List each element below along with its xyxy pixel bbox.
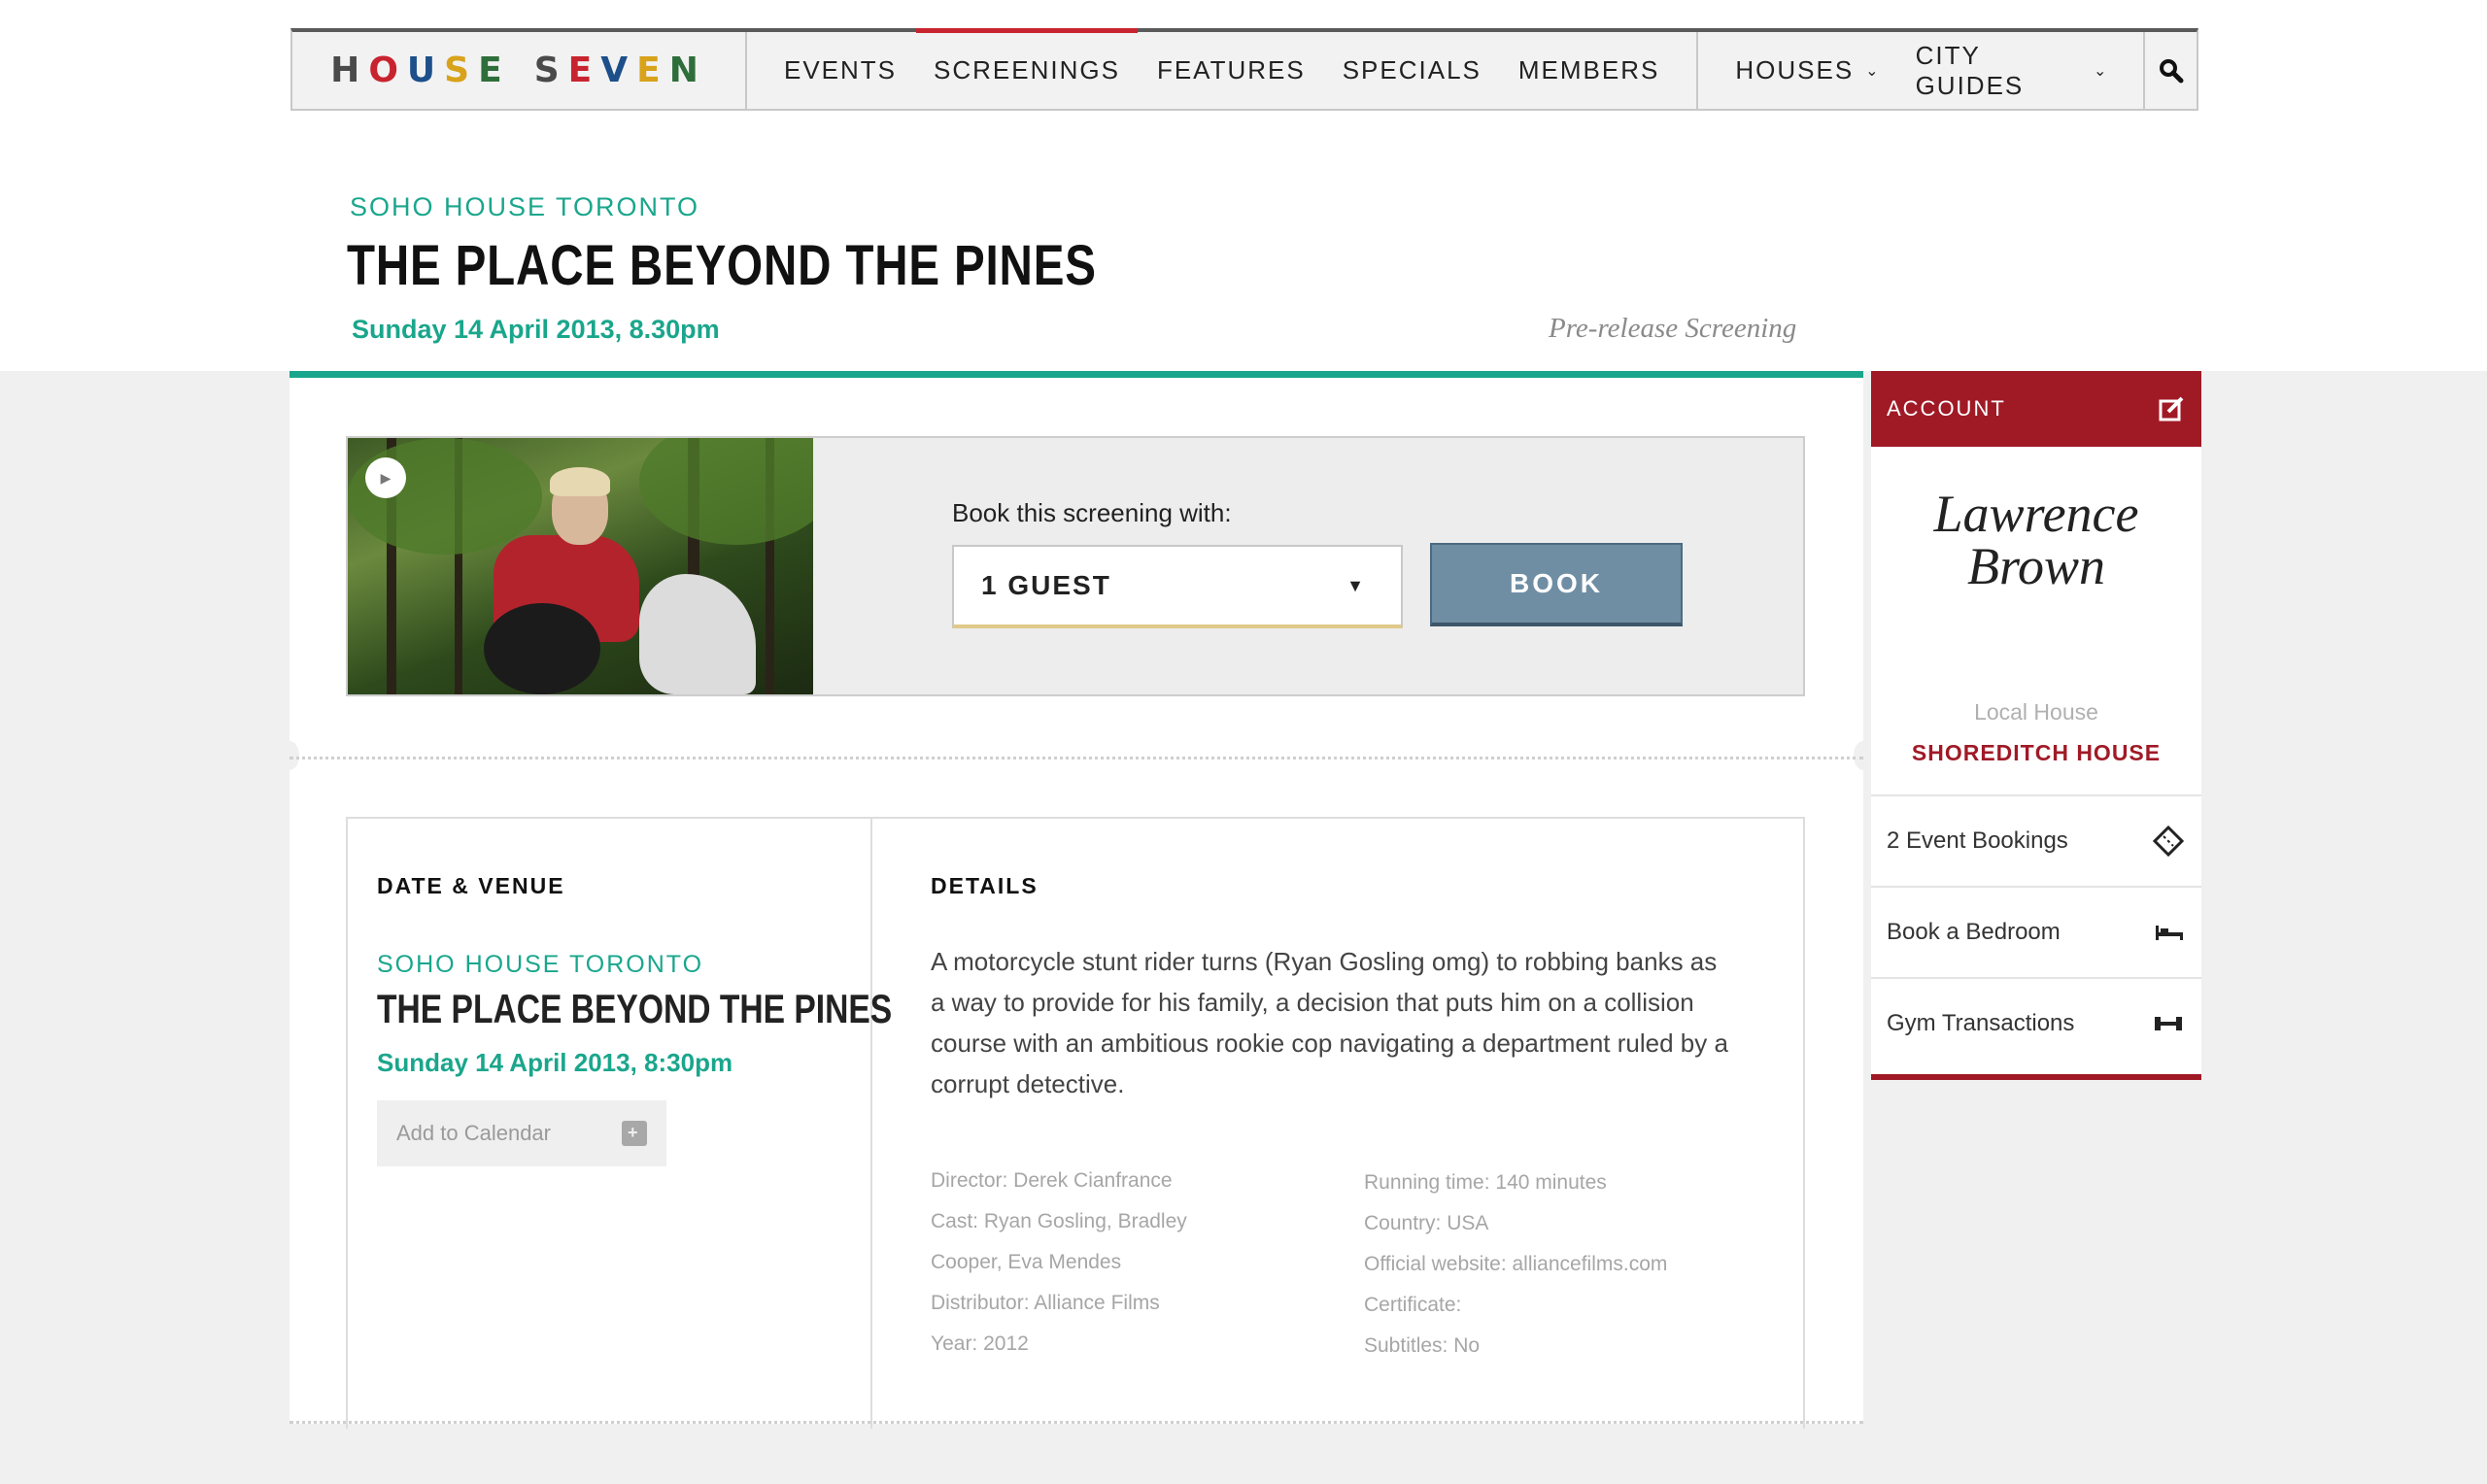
chevron-down-icon: ⌄	[1865, 62, 1881, 80]
nav-houses-label: HOUSES	[1735, 55, 1855, 84]
header-house-name: SOHO HOUSE TORONTO	[350, 192, 700, 221]
search-icon	[2159, 58, 2184, 83]
foliage	[639, 438, 813, 545]
account-header: ACCOUNT	[1871, 371, 2201, 447]
dotted-separator	[290, 757, 1863, 759]
meta-cast-continued: Cooper, Eva Mendes	[931, 1251, 1122, 1273]
film-description: A motorcycle stunt rider turns (Ryan Gos…	[931, 947, 1728, 1098]
member-first-name: Lawrence	[1933, 485, 2139, 543]
member-name: Lawrence Brown	[1871, 488, 2201, 592]
motorcycle	[639, 574, 756, 694]
meta-running-time: Running time: 140 minutes	[1364, 1171, 1607, 1194]
page-title: THE PLACE BEYOND THE PINES	[347, 234, 1097, 297]
guest-select-value: 1 GUEST	[981, 570, 1111, 600]
separator-notch	[280, 741, 299, 770]
nav-specials[interactable]: SPECIALS	[1343, 32, 1482, 109]
details-heading: DETAILS	[931, 873, 1039, 898]
account-item-label: 2 Event Bookings	[1887, 827, 2068, 854]
account-item-event-bookings[interactable]: 2 Event Bookings	[1871, 794, 2201, 886]
logo-letter: N	[668, 51, 707, 90]
account-item-label: Gym Transactions	[1887, 1010, 2075, 1036]
separator-notch	[1854, 741, 1873, 770]
meta-right-list: Running time: 140 minutes Country: USA O…	[1364, 1163, 1667, 1366]
nav-events[interactable]: EVENTS	[784, 32, 897, 109]
ticket-icon	[2153, 826, 2184, 857]
book-with-label: Book this screening with:	[952, 498, 1232, 527]
meta-cast: Cast: Ryan Gosling, Bradley	[931, 1210, 1187, 1232]
date-venue-column: DATE & VENUE SOHO HOUSE TORONTO THE PLAC…	[348, 819, 892, 1429]
chevron-down-icon: ⌄	[2093, 62, 2109, 80]
nav-features[interactable]: FEATURES	[1157, 32, 1306, 109]
meta-certificate: Certificate:	[1364, 1294, 1462, 1316]
logo-letter: H	[330, 51, 369, 90]
logo-letter: U	[406, 51, 445, 90]
bed-icon	[2156, 926, 2183, 940]
account-item-label: Book a Bedroom	[1887, 919, 2061, 945]
screening-panel: ▶ Book this screening with: 1 GUEST ▼ BO…	[280, 371, 1873, 1429]
top-navigation: HOUSESEVEN EVENTS SCREENINGS FEATURES SP…	[290, 28, 2198, 111]
house-seven-logo[interactable]: HOUSESEVEN	[292, 32, 747, 109]
play-icon[interactable]: ▶	[365, 457, 406, 498]
helmet	[484, 603, 600, 694]
nav-members[interactable]: MEMBERS	[1518, 32, 1659, 109]
member-last-name: Brown	[1966, 537, 2105, 595]
meta-distributor: Distributor: Alliance Films	[931, 1292, 1160, 1314]
calendar-add-icon	[622, 1121, 647, 1146]
info-section: DATE & VENUE SOHO HOUSE TORONTO THE PLAC…	[346, 817, 1805, 1429]
nav-city-guides-label: CITY GUIDES	[1915, 40, 2025, 100]
header-date: Sunday 14 April 2013, 8.30pm	[352, 315, 720, 344]
local-house-value[interactable]: SHOREDITCH HOUSE	[1871, 740, 2201, 766]
account-sidebar: ACCOUNT Lawrence Brown Local House SHORE…	[1871, 371, 2201, 1080]
meta-country: Country: USA	[1364, 1212, 1489, 1234]
logo-letter: O	[368, 51, 407, 90]
logo-letter: E	[567, 51, 601, 90]
meta-website: Official website: alliancefilms.com	[1364, 1253, 1668, 1275]
guest-select[interactable]: 1 GUEST ▼	[952, 545, 1403, 628]
logo-letter: E	[478, 51, 511, 90]
nav-screenings[interactable]: SCREENINGS	[916, 28, 1138, 109]
nav-houses-dropdown[interactable]: HOUSES ⌄	[1735, 32, 1880, 109]
venue-title: THE PLACE BEYOND THE PINES	[377, 986, 893, 1031]
trailer-thumbnail[interactable]: ▶	[348, 438, 813, 694]
dumbbell-icon	[2155, 1017, 2182, 1030]
logo-letter: E	[636, 51, 669, 90]
local-house-label: Local House	[1974, 699, 2098, 725]
meta-year: Year: 2012	[931, 1332, 1029, 1355]
book-button[interactable]: BOOK	[1430, 543, 1683, 626]
meta-subtitles: Subtitles: No	[1364, 1334, 1481, 1357]
account-item-gym-transactions[interactable]: Gym Transactions	[1871, 977, 2201, 1068]
meta-left-list: Director: Derek Cianfrance Cast: Ryan Go…	[931, 1161, 1187, 1365]
add-to-calendar-button[interactable]: Add to Calendar	[377, 1100, 666, 1166]
venue-date: Sunday 14 April 2013, 8:30pm	[377, 1048, 733, 1077]
edit-icon[interactable]	[2159, 396, 2184, 422]
date-venue-heading: DATE & VENUE	[377, 873, 565, 898]
logo-letter: S	[444, 51, 479, 90]
logo-letter: V	[600, 51, 637, 90]
main-menu: EVENTS SCREENINGS FEATURES SPECIALS MEMB…	[747, 28, 1699, 109]
add-to-calendar-label: Add to Calendar	[396, 1121, 551, 1145]
secondary-menu: HOUSES ⌄ CITY GUIDES ⌄	[1698, 32, 2146, 109]
account-item-book-bedroom[interactable]: Book a Bedroom	[1871, 886, 2201, 977]
account-heading: ACCOUNT	[1887, 396, 2006, 421]
dropdown-arrow-icon: ▼	[1346, 575, 1366, 595]
search-button[interactable]	[2145, 32, 2197, 109]
nav-city-guides-dropdown[interactable]: CITY GUIDES ⌄	[1916, 32, 2109, 109]
screening-type-tag: Pre-release Screening	[1549, 313, 1797, 344]
meta-director: Director: Derek Cianfrance	[931, 1169, 1173, 1192]
logo-letter: S	[533, 51, 568, 90]
venue-house-name: SOHO HOUSE TORONTO	[377, 951, 704, 978]
rider-hair	[550, 467, 610, 496]
booking-box: ▶ Book this screening with: 1 GUEST ▼ BO…	[346, 436, 1805, 696]
